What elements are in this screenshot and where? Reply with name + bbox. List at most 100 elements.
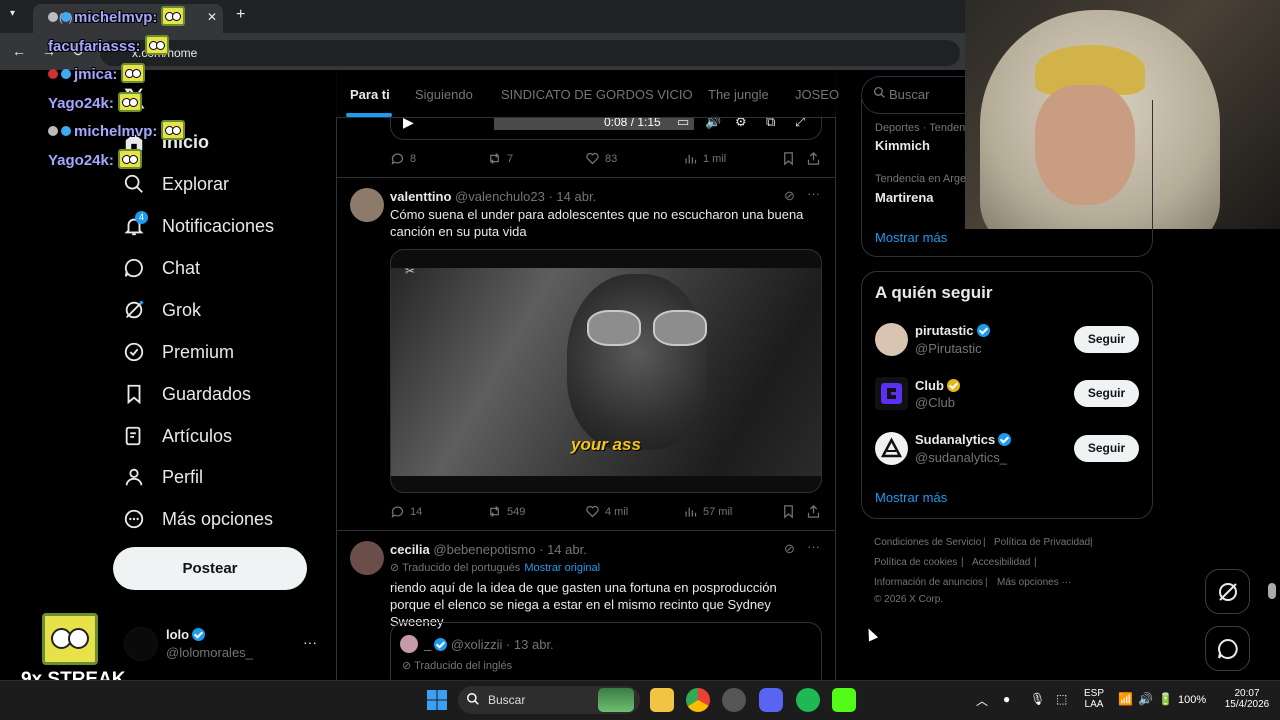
tray-app-icon[interactable]: ⬚ (1056, 692, 1067, 706)
nav-bookmarks[interactable]: Guardados (122, 379, 251, 409)
share-button[interactable] (806, 504, 821, 519)
search-input[interactable]: Buscar (889, 87, 929, 102)
footer-link[interactable]: Condiciones de Servicio (874, 537, 981, 548)
windows-start-icon[interactable] (425, 688, 449, 712)
nav-premium[interactable]: Premium (122, 337, 234, 367)
nav-grok[interactable]: Grok (122, 295, 201, 325)
show-more-follow[interactable]: Mostrar más (875, 490, 947, 505)
post-button[interactable]: Postear (113, 547, 307, 590)
messages-float-button[interactable] (1205, 626, 1250, 671)
kick-icon[interactable] (832, 688, 856, 712)
bookmark-button[interactable] (781, 504, 796, 519)
bookmark-button[interactable] (781, 151, 796, 166)
tab-list[interactable]: SINDICATO DE GORDOS VICIO (501, 87, 693, 102)
user-avatar[interactable] (350, 188, 384, 222)
tab-search-icon[interactable]: ▾ (10, 8, 15, 19)
reply-button[interactable]: 8 (390, 151, 416, 166)
chat-badge-icon (48, 69, 58, 79)
footer-link[interactable]: Más opciones ··· (997, 577, 1071, 588)
follow-button[interactable]: Seguir (1074, 435, 1139, 462)
close-tab-icon[interactable]: ✕ (207, 10, 217, 24)
nav-articles[interactable]: Artículos (122, 421, 232, 451)
footer-link[interactable]: Política de cookies (874, 557, 957, 568)
account-name[interactable]: lolo (166, 627, 206, 642)
user-handle[interactable]: @valenchulo23 (455, 189, 545, 204)
show-original-link[interactable]: Mostrar original (524, 562, 600, 574)
tab-for-you[interactable]: Para ti (350, 87, 390, 102)
search-icon (466, 692, 480, 711)
follow-button[interactable]: Seguir (1074, 380, 1139, 407)
grok-float-button[interactable] (1205, 569, 1250, 614)
battery-icon[interactable]: 🔋 (1158, 692, 1173, 706)
capcut-icon: ✂ (405, 264, 416, 278)
post-menu-icon[interactable]: ··· (807, 539, 820, 554)
tray-app-icon[interactable]: ● (1003, 692, 1010, 706)
address-bar[interactable] (100, 40, 960, 66)
clock[interactable]: 20:07 15/4/2026 (1222, 688, 1272, 710)
post-video[interactable]: your ass ✂ (390, 249, 822, 493)
input-language[interactable]: ESP LAA (1084, 688, 1104, 710)
repost-button[interactable]: 7 (487, 151, 513, 166)
footer-link[interactable]: Política de Privacidad (994, 537, 1090, 548)
like-button[interactable]: 83 (585, 151, 617, 166)
views-button[interactable]: 57 mil (683, 504, 732, 519)
nav-chat[interactable]: Chat (122, 253, 200, 283)
repost-button[interactable]: 549 (487, 504, 525, 519)
post-divider (337, 530, 835, 531)
post-date[interactable]: · 14 abr. (539, 542, 587, 557)
grok-explain-icon[interactable]: ⊘ (784, 188, 795, 204)
nav-profile[interactable]: Perfil (122, 462, 203, 492)
tray-overflow-icon[interactable]: ︿ (976, 692, 988, 709)
reply-button[interactable]: 14 (390, 504, 422, 519)
verified-gold-badge-icon (946, 379, 960, 392)
follow-name[interactable]: pirutastic (915, 323, 990, 338)
account-menu-icon[interactable]: ··· (303, 634, 317, 650)
footer-link[interactable]: Accesibilidad (972, 557, 1030, 568)
tab-list[interactable]: The jungle (708, 87, 769, 102)
grok-explain-icon[interactable]: ⊘ (784, 541, 795, 557)
user-name[interactable]: cecilia (390, 542, 430, 557)
trend-name[interactable]: Kimmich (875, 138, 930, 153)
views-button[interactable]: 1 mil (683, 151, 726, 166)
nav-label: Más opciones (162, 508, 274, 529)
quoted-user-handle: @xolizzii (450, 637, 503, 652)
follow-name[interactable]: Club (915, 378, 960, 393)
tab-following[interactable]: Siguiendo (415, 87, 473, 102)
post-menu-icon[interactable]: ··· (807, 186, 820, 201)
account-avatar[interactable] (124, 627, 158, 661)
bookmark-icon (784, 505, 793, 519)
new-tab-icon[interactable]: + (236, 6, 245, 24)
user-avatar[interactable] (875, 323, 908, 356)
show-more-trends[interactable]: Mostrar más (875, 230, 947, 245)
volume-icon[interactable]: 🔊 (1138, 692, 1153, 706)
user-name[interactable]: valenttino (390, 189, 451, 204)
follow-name[interactable]: Sudanalytics (915, 432, 1012, 447)
page-scrollbar[interactable] (1268, 583, 1276, 599)
chrome-icon[interactable] (686, 688, 710, 712)
steam-icon[interactable] (722, 688, 746, 712)
like-count: 83 (605, 152, 618, 165)
video-progress[interactable] (494, 118, 694, 130)
tab-list[interactable]: JOSEO (795, 87, 839, 102)
share-button[interactable] (806, 151, 821, 166)
back-icon[interactable]: ← (12, 43, 26, 59)
club-logo-icon[interactable] (875, 377, 908, 410)
user-avatar[interactable] (350, 541, 384, 575)
footer-link[interactable]: Información de anuncios (874, 577, 983, 588)
nav-more[interactable]: Más opciones (122, 504, 273, 534)
nav-explore[interactable]: Explorar (122, 169, 229, 199)
trend-name[interactable]: Martirena (875, 190, 934, 205)
footer-separator: | (1090, 537, 1093, 548)
post-actions: 8 7 83 1 mil (390, 151, 822, 171)
wifi-icon[interactable]: 📶 (1118, 692, 1133, 706)
user-handle[interactable]: @bebenepotismo (433, 542, 535, 557)
microphone-icon[interactable]: 🎙 (1030, 692, 1045, 706)
active-tab-indicator (346, 113, 392, 117)
file-explorer-icon[interactable] (650, 688, 674, 712)
discord-icon[interactable] (759, 688, 783, 712)
sudanalytics-logo-icon[interactable] (875, 432, 908, 465)
follow-button[interactable]: Seguir (1074, 326, 1139, 353)
like-button[interactable]: 4 mil (585, 504, 628, 519)
spotify-icon[interactable] (796, 688, 820, 712)
post-date[interactable]: · 14 abr. (548, 189, 596, 204)
